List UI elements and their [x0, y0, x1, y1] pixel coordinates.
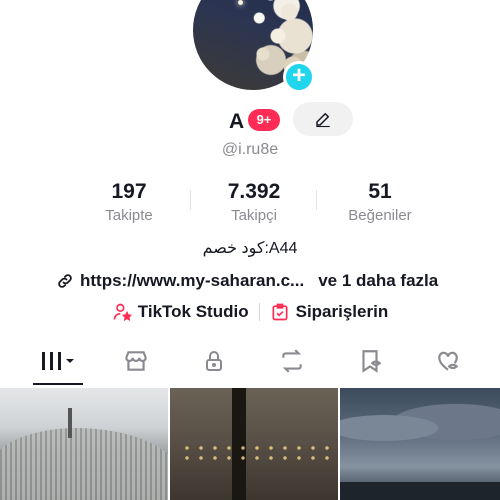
- grid-icon: [42, 352, 74, 370]
- orders-button[interactable]: Siparişlerin: [270, 302, 389, 322]
- link-icon: [58, 274, 72, 288]
- thumbnail-tower: [68, 408, 72, 438]
- active-tab-indicator: [33, 383, 83, 385]
- video-thumbnail[interactable]: [0, 388, 168, 500]
- lock-icon: [206, 351, 222, 371]
- stat-label: Takipçi: [231, 207, 277, 224]
- tab-reposts[interactable]: [262, 336, 322, 386]
- shop-icon: [125, 351, 147, 371]
- profile-link[interactable]: https://www.my-saharan.c... ve 1 daha fa…: [56, 270, 438, 292]
- stat-followers[interactable]: 7.392 Takipçi: [194, 180, 314, 224]
- studio-label: TikTok Studio: [137, 302, 249, 321]
- tab-private[interactable]: [184, 336, 244, 386]
- moon-decoration: [238, 0, 243, 5]
- profile-bio: كود خصم:A44: [202, 240, 298, 257]
- tiktok-studio-button[interactable]: TikTok Studio: [112, 302, 249, 322]
- video-thumbnail[interactable]: [340, 388, 500, 500]
- stat-label: Beğeniler: [348, 207, 412, 224]
- tab-favorites[interactable]: [340, 336, 400, 386]
- pencil-icon: [316, 112, 330, 128]
- stat-value: 51: [368, 180, 392, 203]
- stat-likes[interactable]: 51 Beğeniler: [320, 180, 440, 224]
- bookmark-icon: [362, 350, 382, 373]
- link-url[interactable]: https://www.my-saharan.c...: [80, 271, 304, 291]
- stat-value: 7.392: [227, 180, 281, 203]
- stat-following[interactable]: 197 Takipte: [69, 180, 189, 224]
- add-story-button[interactable]: +: [283, 61, 315, 93]
- heart-hidden-icon: [438, 351, 459, 371]
- thumbnail-clouds: [340, 398, 500, 458]
- profile-name: A: [229, 110, 245, 133]
- shortcut-divider: [258, 303, 260, 321]
- edit-profile-button[interactable]: [293, 102, 353, 136]
- notification-badge[interactable]: 9+: [248, 109, 280, 131]
- orders-label: Siparişlerin: [295, 302, 389, 321]
- repost-icon: [282, 349, 302, 373]
- tab-videos[interactable]: [28, 336, 88, 386]
- thumbnail-lights: [180, 443, 330, 463]
- profile-shortcuts: TikTok Studio Siparişlerin: [0, 302, 500, 322]
- tab-liked[interactable]: [418, 336, 478, 386]
- thumbnail-hill: [0, 428, 168, 500]
- video-grid: [0, 388, 500, 500]
- plus-icon: +: [291, 62, 306, 89]
- content-tabs: [0, 336, 500, 386]
- thumbnail-ground: [340, 482, 500, 500]
- tab-shop[interactable]: [106, 336, 166, 386]
- stat-divider: [190, 190, 191, 210]
- studio-icon: [113, 303, 132, 322]
- link-more[interactable]: ve 1 daha fazla: [318, 271, 438, 291]
- stat-value: 197: [111, 180, 147, 203]
- stat-label: Takipte: [105, 207, 153, 224]
- stat-divider: [316, 190, 317, 210]
- orders-icon: [272, 303, 288, 321]
- video-thumbnail[interactable]: [170, 388, 338, 500]
- profile-handle: @i.ru8e: [221, 141, 279, 158]
